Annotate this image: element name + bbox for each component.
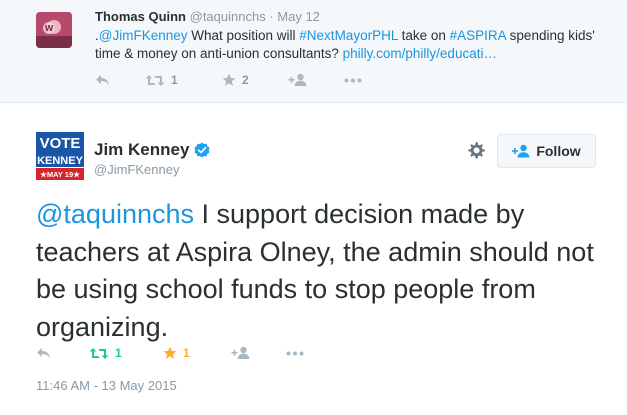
reply-icon xyxy=(96,75,109,85)
favorite-icon xyxy=(163,346,177,359)
tweet-date[interactable]: May 12 xyxy=(277,9,320,24)
retweet-icon xyxy=(89,347,109,359)
favorite-count: 1 xyxy=(183,346,190,360)
context-tweet-header: Thomas Quinn @taquinnchs · May 12 xyxy=(95,9,320,24)
tweet-link[interactable]: #NextMayorPHL xyxy=(299,28,398,43)
retweet-count: 1 xyxy=(115,346,122,360)
main-tweet-text: @taquinnchs I support decision made by t… xyxy=(36,196,616,346)
main-author-handle[interactable]: @JimFKenney xyxy=(94,162,179,177)
retweet-count: 1 xyxy=(171,73,178,87)
follow-icon-button[interactable] xyxy=(288,70,308,90)
reply-button[interactable] xyxy=(95,70,110,90)
tweet-link[interactable]: @JimFKenney xyxy=(99,28,188,43)
reply-icon xyxy=(37,348,50,358)
more-button[interactable] xyxy=(344,70,362,90)
tweet-text-segment: What position will xyxy=(187,28,300,43)
follow-button[interactable]: Follow xyxy=(497,134,596,168)
tweet-link[interactable]: philly.com/philly/educati… xyxy=(343,46,497,61)
follow-icon-button[interactable] xyxy=(231,343,251,363)
follow-icon xyxy=(512,144,530,158)
svg-text:W: W xyxy=(45,24,54,33)
avatar-line-1: VOTE xyxy=(40,135,81,152)
reply-button[interactable] xyxy=(36,343,51,363)
verified-icon xyxy=(194,142,210,158)
author-handle[interactable]: @taquinnchs xyxy=(190,9,266,24)
main-author-name[interactable]: Jim Kenney xyxy=(94,140,189,160)
favorite-button[interactable]: 1 xyxy=(163,343,190,363)
follow-icon xyxy=(231,346,250,359)
mention-link[interactable]: @taquinnchs xyxy=(36,199,194,229)
context-tweet-text: .@JimFKenney What position will #NextMay… xyxy=(95,27,615,63)
tweet-link[interactable]: #ASPIRA xyxy=(450,28,506,43)
more-icon xyxy=(286,351,304,355)
retweet-button[interactable]: 1 xyxy=(145,70,178,90)
author-name[interactable]: Thomas Quinn xyxy=(95,9,186,24)
favorite-icon xyxy=(222,73,236,86)
more-button[interactable] xyxy=(286,343,304,363)
tweet-timestamp[interactable]: 11:46 AM - 13 May 2015 xyxy=(36,378,177,393)
tweet-text-segment: take on xyxy=(397,28,450,43)
favorite-button[interactable]: 2 xyxy=(222,70,249,90)
avatar-line-2: KENNEY xyxy=(37,155,84,167)
context-tweet: W Thomas Quinn @taquinnchs · May 12 .@Ji… xyxy=(0,0,627,103)
main-author-name-row: Jim Kenney xyxy=(94,140,210,160)
avatar-line-3: ★MAY 19★ xyxy=(40,170,81,179)
retweet-button[interactable]: 1 xyxy=(89,343,122,363)
avatar-thomas-quinn[interactable]: W xyxy=(36,12,72,48)
favorite-count: 2 xyxy=(242,73,249,87)
follow-icon xyxy=(288,73,307,86)
more-icon xyxy=(344,78,362,82)
follow-button-label: Follow xyxy=(536,143,581,159)
retweet-icon xyxy=(145,74,165,86)
avatar-jim-kenney[interactable]: VOTE KENNEY ★MAY 19★ xyxy=(36,132,84,182)
gear-icon[interactable] xyxy=(466,141,486,161)
